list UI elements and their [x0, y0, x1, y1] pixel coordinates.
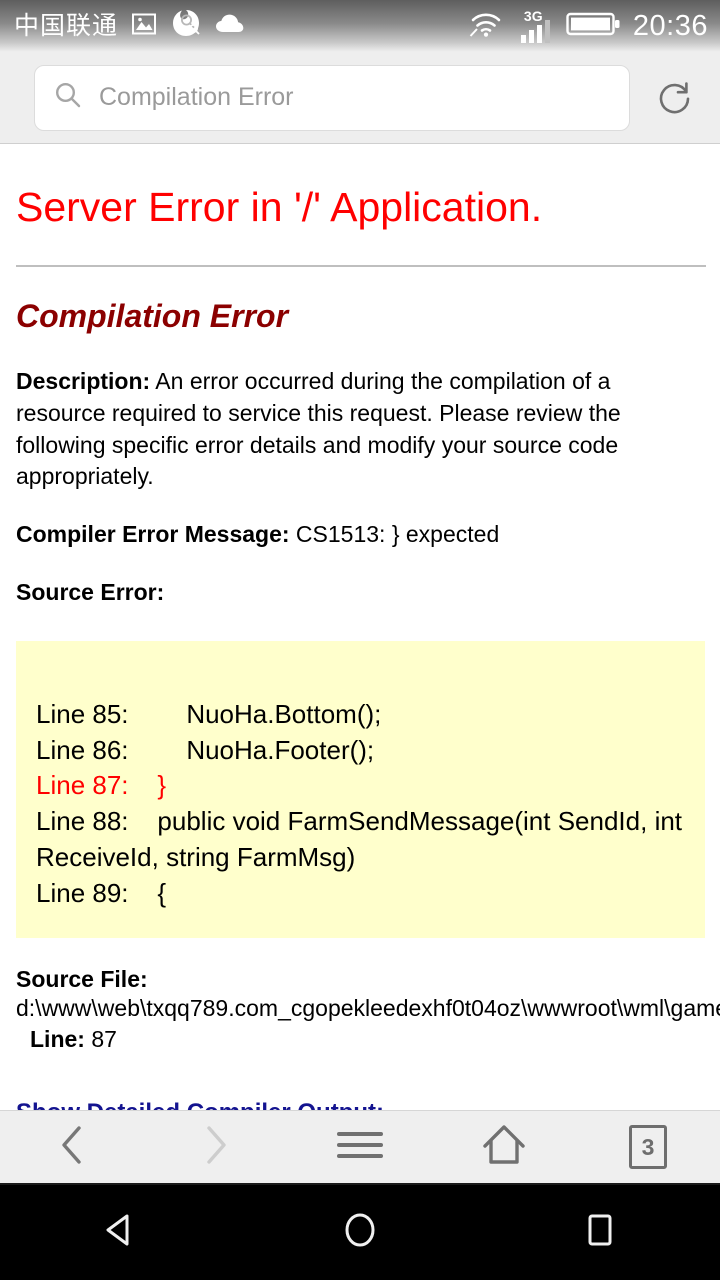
- code-line: Line 85: NuoHa.Bottom();: [36, 698, 382, 729]
- code-line-error: Line 87: }: [36, 770, 167, 801]
- search-input-value: Compilation Error: [99, 83, 294, 111]
- battery-icon: [566, 9, 622, 44]
- menu-button[interactable]: [288, 1110, 432, 1185]
- signal-icon: 3G: [515, 8, 555, 43]
- hamburger-menu-icon: [335, 1127, 385, 1168]
- tab-count-badge: 3: [629, 1125, 667, 1169]
- show-detailed-compiler-output-link[interactable]: Show Detailed Compiler Output:: [16, 1099, 384, 1110]
- android-recents-button[interactable]: [480, 1207, 720, 1258]
- android-navigation-bar: [0, 1185, 720, 1280]
- search-input[interactable]: Compilation Error: [34, 64, 630, 131]
- wifi-icon: [468, 9, 504, 44]
- code-line: Line 89: {: [36, 878, 167, 909]
- chevron-right-icon: [196, 1121, 236, 1174]
- gallery-icon: [131, 11, 157, 42]
- code-line: Line 86: NuoHa.Footer();: [36, 734, 375, 765]
- compiler-error-text: CS1513: } expected: [289, 521, 500, 548]
- description-paragraph: Description: An error occurred during th…: [0, 334, 720, 493]
- browser-url-bar: Compilation Error: [0, 52, 720, 144]
- compiler-error-paragraph: Compiler Error Message: CS1513: } expect…: [0, 493, 720, 551]
- clock: 20:36: [632, 9, 708, 42]
- android-back-button[interactable]: [0, 1207, 240, 1258]
- source-file-label: Source File:: [16, 965, 148, 992]
- reload-icon[interactable]: [652, 75, 698, 121]
- page-title: Server Error in '/' Application.: [16, 184, 543, 230]
- home-circle-icon: [337, 1207, 383, 1258]
- status-bar-left: 中国联通: [0, 8, 245, 45]
- compiler-error-label: Compiler Error Message:: [16, 521, 290, 548]
- android-home-button[interactable]: [240, 1207, 480, 1258]
- chevron-left-icon: [52, 1121, 92, 1174]
- source-error-label: Source Error:: [16, 578, 165, 605]
- forward-button[interactable]: [144, 1110, 288, 1185]
- back-button[interactable]: [0, 1110, 144, 1185]
- source-code-block: Line 85: NuoHa.Bottom(); Line 86: NuoHa.…: [16, 640, 705, 938]
- source-file-path: d:\www\web\txqq789.com_cgopekleedexhf0t0…: [16, 994, 720, 1021]
- carrier-label: 中国联通: [14, 11, 119, 40]
- cloud-icon: [215, 13, 245, 40]
- search-assistant-icon: [170, 8, 202, 45]
- home-button[interactable]: [432, 1110, 576, 1185]
- description-label: Description:: [16, 368, 151, 395]
- error-subtitle: Compilation Error: [16, 298, 289, 335]
- source-line-value: 87: [84, 1025, 117, 1052]
- home-icon: [478, 1121, 530, 1174]
- status-bar-right: 3G 20:36: [468, 8, 720, 44]
- code-line: Line 88: public void FarmSendMessage(int…: [36, 806, 690, 873]
- phone-screen: 中国联通 3G 20:36 Compilation Error Server E…: [0, 0, 720, 1280]
- status-bar: 中国联通 3G 20:36: [0, 0, 720, 52]
- browser-toolbar: 3: [0, 1110, 720, 1185]
- source-error-heading: Source Error:: [0, 551, 720, 609]
- source-line-row: Line: 87: [0, 1022, 720, 1053]
- web-page-content: Server Error in '/' Application. Compila…: [0, 145, 720, 1110]
- search-icon: [53, 80, 83, 115]
- recents-square-icon: [577, 1207, 623, 1258]
- source-line-label: Line:: [30, 1025, 85, 1052]
- tab-switcher-button[interactable]: 3: [576, 1110, 720, 1185]
- back-triangle-icon: [97, 1207, 143, 1258]
